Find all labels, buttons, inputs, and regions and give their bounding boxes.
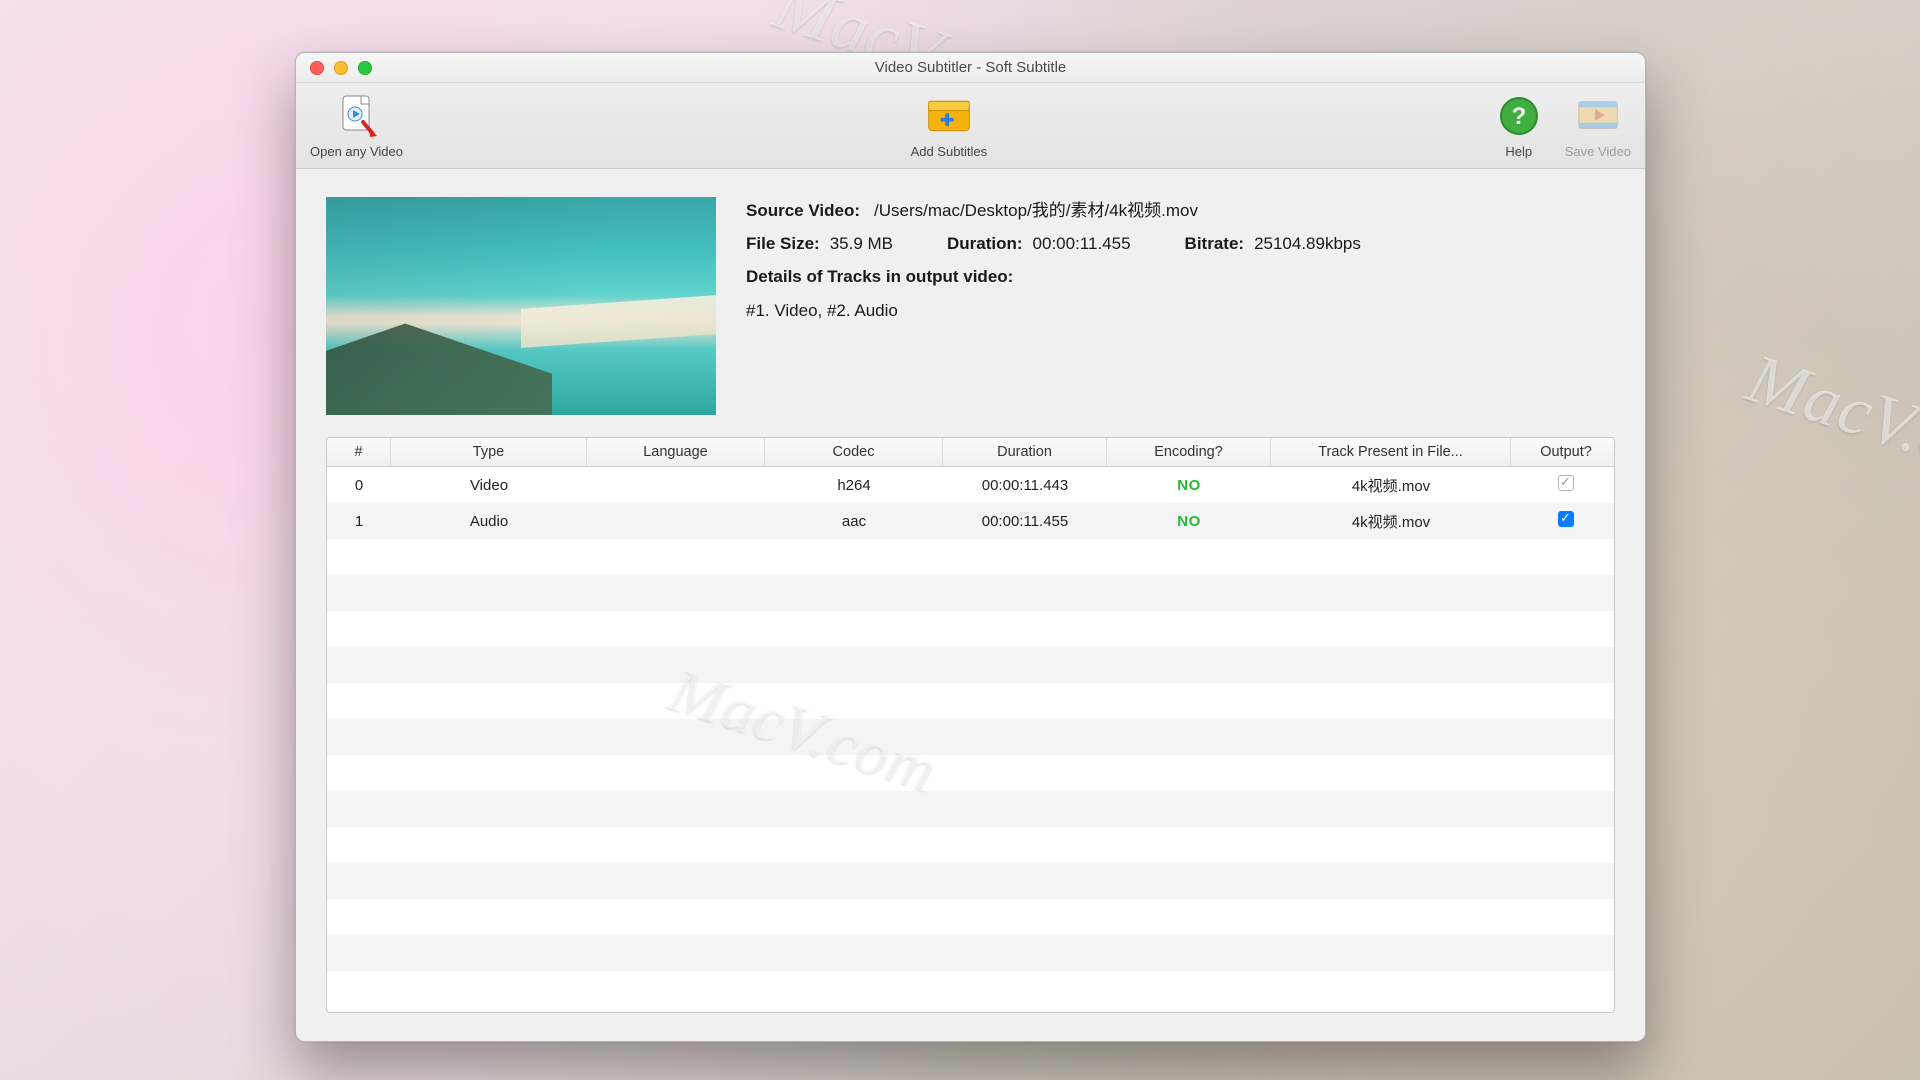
- toolbar: Open any Video Add Subtitles: [296, 83, 1645, 169]
- table-row-empty: [327, 863, 1614, 899]
- desktop-background: MacV.com MacV.c Video Subtitler - Soft S…: [0, 0, 1920, 1080]
- duration-label: Duration:: [947, 230, 1023, 257]
- col-codec[interactable]: Codec: [765, 438, 943, 466]
- table-row[interactable]: 0Video h26400:00:11.443NO4k视频.mov: [327, 467, 1614, 503]
- help-button[interactable]: ? Help: [1495, 92, 1543, 159]
- cell-output: [1511, 475, 1614, 495]
- table-body: 0Videoh26400:00:11.443NO4k视频.mov1Audioaa…: [327, 467, 1614, 1012]
- col-language[interactable]: Language: [587, 438, 765, 466]
- col-duration[interactable]: Duration: [943, 438, 1107, 466]
- watermark-text: MacV.c: [1738, 339, 1920, 481]
- open-video-label: Open any Video: [310, 144, 403, 159]
- window-title: Video Subtitler - Soft Subtitle: [296, 59, 1645, 76]
- source-video-path: /Users/mac/Desktop/我的/素材/4k视频.mov: [874, 197, 1198, 224]
- source-video-label: Source Video:: [746, 197, 860, 224]
- cell-index: 1: [327, 513, 391, 530]
- cell-codec: h264: [765, 477, 943, 494]
- bitrate-value: 25104.89kbps: [1254, 230, 1361, 257]
- table-row-empty: [327, 791, 1614, 827]
- cell-present: 4k视频.mov: [1271, 511, 1511, 532]
- app-window: Video Subtitler - Soft Subtitle: [295, 52, 1646, 1042]
- cell-output: [1511, 511, 1614, 531]
- help-icon: ?: [1495, 92, 1543, 140]
- table-row-empty: [327, 647, 1614, 683]
- cell-duration: 00:00:11.443: [943, 477, 1107, 494]
- tracks-table: # Type Language Codec Duration Encoding?…: [326, 437, 1615, 1013]
- svg-text:?: ?: [1511, 103, 1526, 130]
- table-row-empty: [327, 899, 1614, 935]
- content-area: Source Video: /Users/mac/Desktop/我的/素材/4…: [296, 169, 1645, 1041]
- table-row-empty: [327, 575, 1614, 611]
- file-size-label: File Size:: [746, 230, 820, 257]
- bitrate-label: Bitrate:: [1185, 230, 1245, 257]
- add-subtitles-label: Add Subtitles: [911, 144, 988, 159]
- col-encoding[interactable]: Encoding?: [1107, 438, 1271, 466]
- table-row-empty: [327, 755, 1614, 791]
- tracks-details-label: Details of Tracks in output video:: [746, 263, 1013, 290]
- cell-encoding: NO: [1107, 477, 1271, 494]
- video-metadata: Source Video: /Users/mac/Desktop/我的/素材/4…: [746, 197, 1615, 415]
- output-checkbox[interactable]: [1558, 511, 1574, 527]
- export-video-icon: [1574, 92, 1622, 140]
- save-video-label: Save Video: [1565, 144, 1631, 159]
- tracks-details-value: #1. Video, #2. Audio: [746, 297, 898, 324]
- cell-present: 4k视频.mov: [1271, 475, 1511, 496]
- col-present[interactable]: Track Present in File...: [1271, 438, 1511, 466]
- table-row-empty: [327, 935, 1614, 971]
- file-size-value: 35.9 MB: [830, 230, 893, 257]
- cell-type: Audio: [391, 513, 587, 530]
- table-header: # Type Language Codec Duration Encoding?…: [327, 438, 1614, 467]
- col-type[interactable]: Type: [391, 438, 587, 466]
- video-thumbnail: [326, 197, 716, 415]
- table-row-empty: [327, 539, 1614, 575]
- cell-codec: aac: [765, 513, 943, 530]
- folder-add-icon: [925, 92, 973, 140]
- table-row-empty: [327, 683, 1614, 719]
- output-checkbox[interactable]: [1558, 475, 1574, 491]
- cell-duration: 00:00:11.455: [943, 513, 1107, 530]
- cell-type: Video: [391, 477, 587, 494]
- document-play-icon: [333, 92, 381, 140]
- col-output[interactable]: Output?: [1511, 438, 1615, 466]
- open-video-button[interactable]: Open any Video: [310, 92, 403, 159]
- table-row-empty: [327, 971, 1614, 1007]
- save-video-button[interactable]: Save Video: [1565, 92, 1631, 159]
- cell-encoding: NO: [1107, 513, 1271, 530]
- table-row-empty: [327, 827, 1614, 863]
- add-subtitles-button[interactable]: Add Subtitles: [911, 92, 988, 159]
- col-index[interactable]: #: [327, 438, 391, 466]
- cell-index: 0: [327, 477, 391, 494]
- duration-value: 00:00:11.455: [1033, 230, 1131, 257]
- table-row-empty: [327, 719, 1614, 755]
- help-label: Help: [1505, 144, 1532, 159]
- table-row[interactable]: 1Audio aac00:00:11.455NO4k视频.mov: [327, 503, 1614, 539]
- titlebar[interactable]: Video Subtitler - Soft Subtitle: [296, 53, 1645, 83]
- table-row-empty: [327, 611, 1614, 647]
